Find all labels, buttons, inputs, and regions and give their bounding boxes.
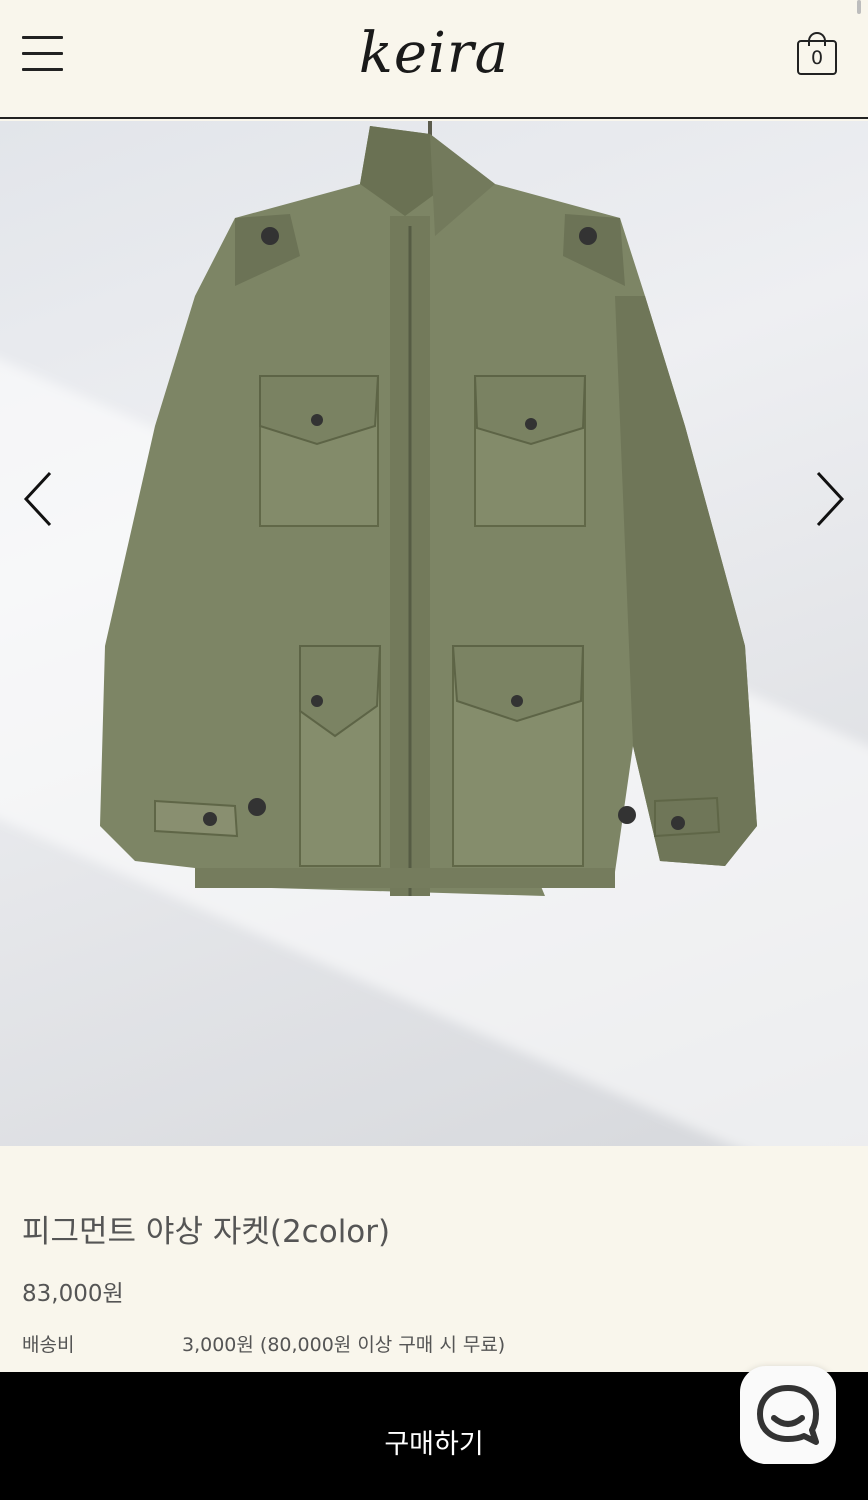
- shipping-label: 배송비: [22, 1334, 75, 1356]
- top-header: keira 0: [0, 0, 868, 119]
- jacket-product-photo: [100, 126, 757, 896]
- chat-bubble-glyph: [757, 1385, 819, 1445]
- cart-count-badge: 0: [810, 47, 824, 69]
- product-title: 피그먼트 야상 자켓(2color): [22, 1214, 391, 1250]
- shopping-bag-icon[interactable]: 0: [797, 30, 839, 78]
- product-info-section: 피그먼트 야상 자켓(2color) 83,000원 배송비 3,000원 (8…: [0, 1146, 868, 1372]
- chevron-right-glyph: [816, 471, 845, 527]
- brand-logo[interactable]: keira: [354, 18, 514, 90]
- hamburger-menu-icon[interactable]: [22, 36, 64, 74]
- menu-line: [22, 68, 63, 71]
- chevron-left-icon[interactable]: [10, 465, 70, 533]
- shipping-value: 3,000원 (80,000원 이상 구매 시 무료): [182, 1334, 506, 1356]
- buy-now-button[interactable]: 구매하기: [0, 1372, 868, 1500]
- product-image-gallery[interactable]: [0, 121, 868, 1146]
- menu-line: [22, 52, 63, 55]
- buy-now-label: 구매하기: [384, 1429, 484, 1460]
- product-price: 83,000원: [22, 1281, 124, 1307]
- chevron-left-glyph: [23, 471, 52, 527]
- menu-line: [22, 36, 63, 39]
- chat-bubble-icon[interactable]: [740, 1366, 836, 1464]
- scrollbar-thumb[interactable]: [857, 0, 861, 14]
- chevron-right-icon[interactable]: [800, 465, 860, 533]
